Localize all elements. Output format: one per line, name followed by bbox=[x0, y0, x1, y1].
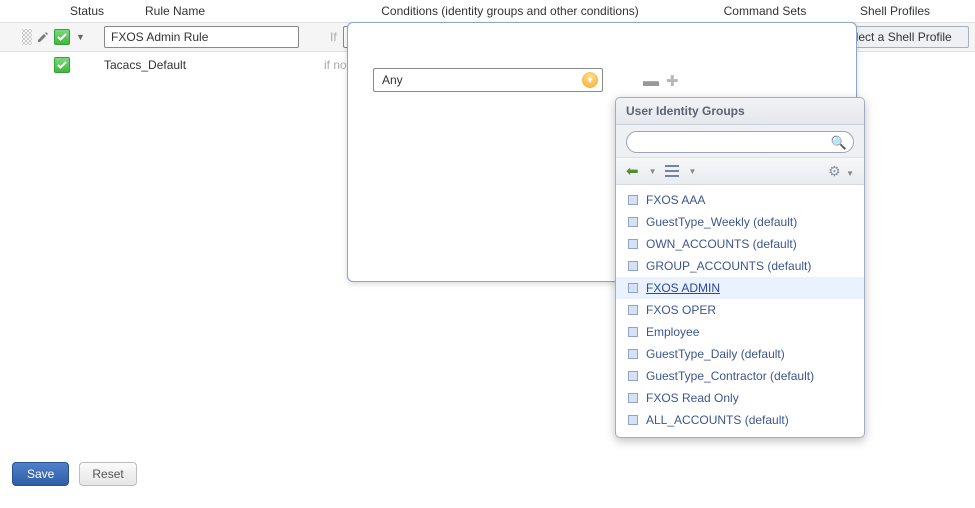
identity-group-label: GROUP_ACCOUNTS (default) bbox=[646, 259, 811, 273]
identity-group-item[interactable]: FXOS AAA bbox=[616, 189, 864, 211]
identity-group-label: FXOS AAA bbox=[646, 193, 705, 207]
popup-title: User Identity Groups bbox=[616, 98, 864, 125]
drag-handle-icon[interactable] bbox=[22, 29, 32, 45]
group-icon bbox=[628, 393, 638, 403]
hdr-profiles: Shell Profiles bbox=[850, 4, 975, 18]
back-icon[interactable]: ⬅ bbox=[626, 162, 639, 180]
if-label: If bbox=[324, 30, 343, 44]
reset-button[interactable]: Reset bbox=[79, 462, 136, 486]
group-icon bbox=[628, 305, 638, 315]
hdr-conditions: Conditions (identity groups and other co… bbox=[340, 4, 680, 18]
popup-toolbar: ⬅ ▼ ▼ ⚙ ▼ bbox=[616, 158, 864, 185]
identity-group-label: Employee bbox=[646, 325, 699, 339]
identity-group-label: FXOS ADMIN bbox=[646, 281, 720, 295]
group-icon bbox=[628, 283, 638, 293]
edit-icon[interactable] bbox=[36, 30, 50, 44]
popup-search-row: 🔍 bbox=[616, 125, 864, 158]
identity-group-label: FXOS Read Only bbox=[646, 391, 739, 405]
identity-group-label: GuestType_Daily (default) bbox=[646, 347, 785, 361]
identity-group-item[interactable]: FXOS ADMIN bbox=[616, 277, 864, 299]
identity-group-item[interactable]: OWN_ACCOUNTS (default) bbox=[616, 233, 864, 255]
default-rule-name: Tacacs_Default bbox=[104, 58, 186, 72]
identity-group-item[interactable]: Employee bbox=[616, 321, 864, 343]
identity-groups-popup: User Identity Groups 🔍 ⬅ ▼ ▼ ⚙ ▼ FXOS AA… bbox=[615, 97, 865, 438]
rule-name-input[interactable]: FXOS Admin Rule bbox=[104, 26, 299, 48]
back-dropdown-icon[interactable]: ▼ bbox=[649, 167, 657, 176]
identity-group-label: GuestType_Contractor (default) bbox=[646, 369, 814, 383]
identity-group-item[interactable]: GROUP_ACCOUNTS (default) bbox=[616, 255, 864, 277]
hdr-rule-name: Rule Name bbox=[120, 4, 340, 18]
add-condition-icon[interactable]: ✚ bbox=[666, 72, 679, 90]
identity-group-item[interactable]: FXOS OPER bbox=[616, 299, 864, 321]
bottom-bar: Save Reset bbox=[12, 462, 137, 486]
group-icon bbox=[628, 195, 638, 205]
group-icon bbox=[628, 415, 638, 425]
identity-group-item[interactable]: GuestType_Contractor (default) bbox=[616, 365, 864, 387]
identity-group-item[interactable]: ALL_ACCOUNTS (default) bbox=[616, 409, 864, 431]
status-enabled-icon bbox=[54, 57, 70, 73]
group-icon bbox=[628, 327, 638, 337]
group-icon bbox=[628, 217, 638, 227]
hdr-cmdsets: Command Sets bbox=[680, 4, 850, 18]
group-icon bbox=[628, 371, 638, 381]
dropdown-icon[interactable]: ▾ bbox=[582, 72, 598, 88]
status-dropdown-icon[interactable]: ▼ bbox=[76, 32, 85, 42]
table-header: Status Rule Name Conditions (identity gr… bbox=[0, 0, 975, 22]
identity-group-item[interactable]: FXOS Read Only bbox=[616, 387, 864, 409]
identity-group-label: ALL_ACCOUNTS (default) bbox=[646, 413, 789, 427]
group-icon bbox=[628, 239, 638, 249]
identity-group-label: FXOS OPER bbox=[646, 303, 716, 317]
status-enabled-icon[interactable] bbox=[54, 29, 70, 45]
list-view-dropdown-icon[interactable]: ▼ bbox=[689, 167, 697, 176]
gear-dropdown-icon[interactable]: ▼ bbox=[846, 169, 854, 178]
search-icon[interactable]: 🔍 bbox=[831, 135, 847, 151]
save-button[interactable]: Save bbox=[12, 462, 69, 486]
hdr-status: Status bbox=[20, 4, 120, 18]
remove-condition-icon[interactable]: ▬ bbox=[643, 73, 659, 91]
identity-group-item[interactable]: GuestType_Daily (default) bbox=[616, 343, 864, 365]
group-icon bbox=[628, 261, 638, 271]
identity-group-dropdown[interactable]: Any ▾ bbox=[373, 68, 603, 92]
identity-group-label: OWN_ACCOUNTS (default) bbox=[646, 237, 797, 251]
search-input[interactable]: 🔍 bbox=[626, 131, 854, 153]
list-view-icon[interactable] bbox=[665, 165, 679, 177]
identity-group-label: GuestType_Weekly (default) bbox=[646, 215, 797, 229]
gear-icon[interactable]: ⚙ bbox=[828, 163, 841, 179]
identity-group-item[interactable]: GuestType_Weekly (default) bbox=[616, 211, 864, 233]
group-icon bbox=[628, 349, 638, 359]
identity-groups-list: FXOS AAA GuestType_Weekly (default) OWN_AC… bbox=[616, 185, 864, 437]
